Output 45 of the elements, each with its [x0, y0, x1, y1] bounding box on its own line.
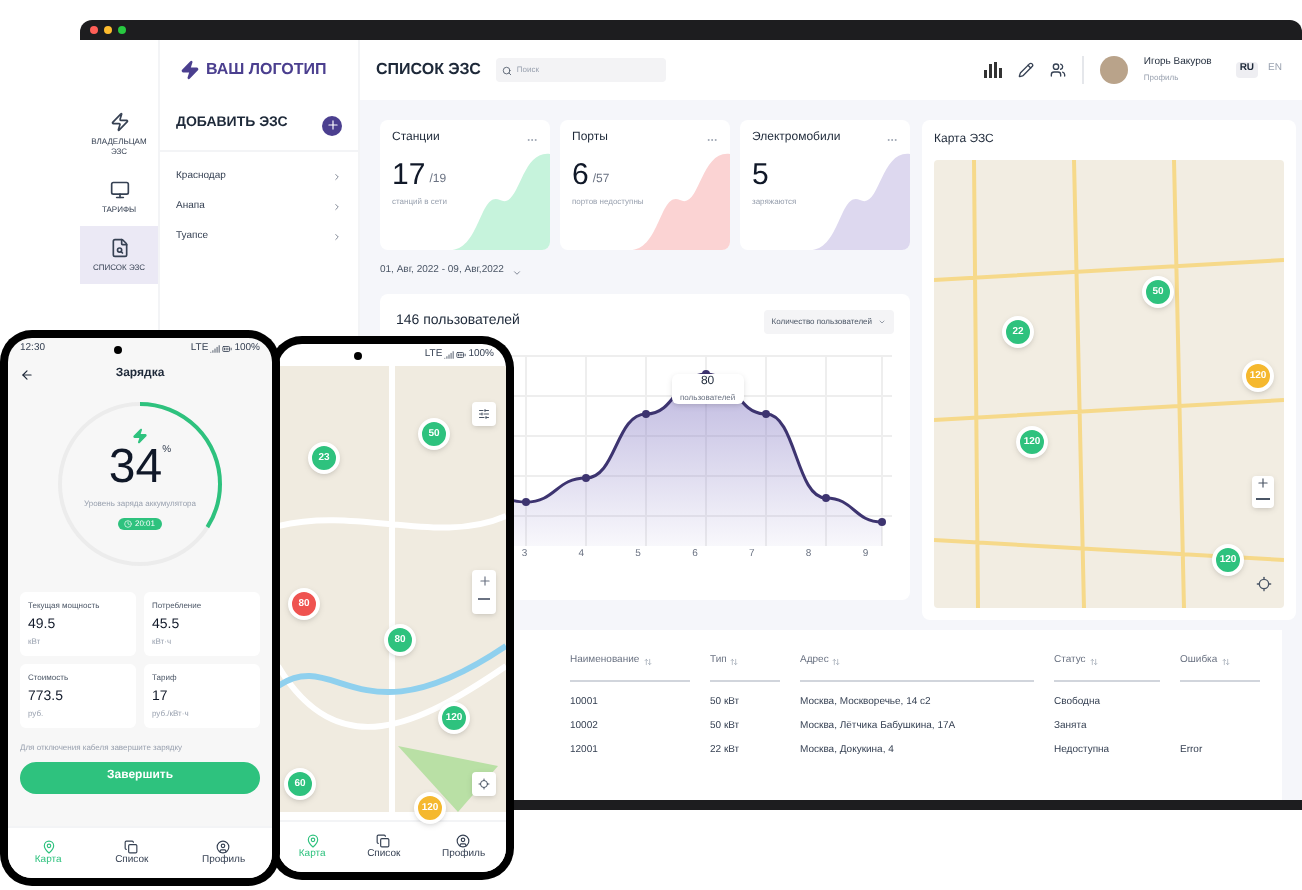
sort-icon — [1089, 657, 1098, 666]
bar-chart-icon[interactable] — [983, 62, 1002, 78]
zoom-in-icon[interactable] — [477, 574, 491, 588]
page-title: СПИСОК ЭЗС — [376, 58, 481, 82]
sliders-icon — [478, 408, 490, 420]
battery-icon — [456, 350, 467, 360]
logo-icon — [180, 60, 200, 80]
tab-icon — [376, 833, 391, 848]
logo-text: ВАШ ЛОГОТИП — [206, 58, 327, 82]
tab-icon — [456, 833, 471, 848]
battery-icon — [222, 344, 233, 354]
users-icon[interactable] — [1049, 62, 1066, 78]
tab-icon — [41, 839, 56, 854]
sort-icon — [832, 657, 841, 666]
tab-icon — [305, 833, 320, 848]
locate-button[interactable] — [472, 772, 496, 796]
edit-icon[interactable] — [1017, 62, 1034, 78]
locate-icon[interactable] — [1256, 576, 1272, 592]
caret-icon — [511, 267, 522, 277]
stat-value: 5 — [752, 160, 769, 190]
avatar — [1099, 56, 1128, 84]
plus-icon — [322, 115, 342, 135]
sort-icon — [643, 657, 652, 666]
sidebar-icon — [109, 180, 129, 200]
tab-icon — [216, 839, 231, 854]
back-icon[interactable] — [20, 367, 34, 381]
clock-icon — [124, 520, 133, 528]
charge-value: 34 — [108, 444, 163, 492]
signal-icon — [444, 350, 455, 360]
chevron-icon — [332, 202, 342, 212]
sidebar-icon — [109, 112, 129, 132]
sort-icon — [730, 657, 739, 666]
chevron-icon — [332, 172, 342, 182]
tab-icon — [124, 839, 139, 854]
sidebar-icon — [109, 238, 129, 258]
search-icon — [502, 65, 513, 75]
stat-value: 6 — [572, 160, 589, 190]
filter-button[interactable] — [472, 402, 496, 426]
zoom-in-icon[interactable] — [1256, 476, 1270, 490]
chevron-icon — [332, 232, 342, 242]
sort-icon — [1221, 657, 1230, 666]
stat-value: 17 — [392, 160, 426, 190]
lightning-icon — [132, 428, 148, 444]
signal-icon — [210, 344, 221, 354]
locate-icon — [478, 778, 490, 790]
